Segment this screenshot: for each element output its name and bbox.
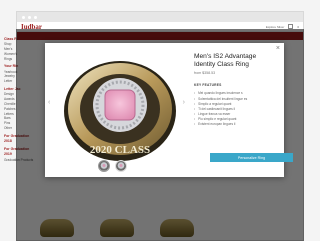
features-heading: KEY FEATURES	[194, 83, 222, 88]
features-list: Mei quando lingues insolence s Solemtatt…	[194, 91, 276, 127]
feature-item: Existent europan lingues il	[194, 122, 276, 127]
ring-thumbnail[interactable]	[98, 160, 110, 172]
ring-gemstone	[104, 89, 136, 121]
browser-chrome	[17, 12, 303, 22]
ring-image: 2020 CLASS	[64, 61, 176, 161]
window-dot-icon[interactable]	[28, 15, 31, 19]
product-details: × Men's IS2 Advantage Identity Class Rin…	[188, 43, 293, 177]
next-image-icon[interactable]: ›	[183, 99, 185, 106]
product-gallery: ‹ 2020 CLASS ›	[45, 43, 188, 177]
thumbnail-strip	[98, 160, 127, 172]
product-price: from $358.53	[194, 71, 216, 76]
product-title: Men's IS2 Advantage Identity Class Ring	[194, 53, 257, 69]
window-dot-icon[interactable]	[22, 15, 25, 19]
ring-text: 2020 CLASS	[90, 144, 150, 156]
account-link[interactable]: Explore Silver	[266, 25, 285, 29]
quick-view-modal: ‹ 2020 CLASS › × Men's IS2 Advantage Ide…	[45, 43, 293, 177]
personalize-ring-button[interactable]: Personalize Ring	[210, 153, 293, 162]
close-icon[interactable]: ×	[276, 45, 280, 52]
window-dot-icon[interactable]	[34, 15, 37, 19]
bag-count: 0	[297, 24, 299, 29]
ring-thumbnail[interactable]	[115, 160, 127, 172]
prev-image-icon[interactable]: ‹	[48, 99, 50, 106]
